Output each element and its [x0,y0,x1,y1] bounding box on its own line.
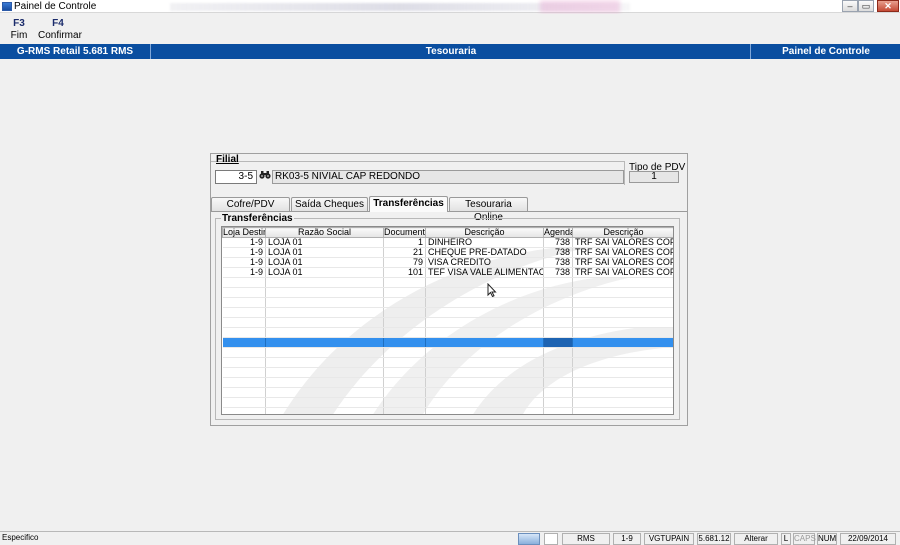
table-row[interactable]: 1-9 LOJA 01 21 CHEQUE PRE-DATADO 738 TRF… [222,247,673,258]
table-row[interactable]: 1-9 LOJA 01 101 TEF VISA VALE ALIMENTACA… [222,267,673,278]
status-version: 5.681.12 [697,533,731,545]
tab-tesouraria-online[interactable]: Tesouraria Online [449,197,528,223]
col-razao-social[interactable]: Razão Social [265,227,384,238]
cell-agenda: 738 [543,257,573,268]
screen-title: Painel de Controle [782,46,870,57]
empty-row[interactable] [222,367,673,378]
cell-descricao: CHEQUE PRE-DATADO [425,247,544,258]
empty-row[interactable] [222,397,673,408]
status-date: 22/09/2014 [840,533,896,545]
cell-descricao-agenda: TRF SAI VALORES COFRE [572,247,673,258]
f3-label: Fim [10,30,28,41]
window-title: Painel de Controle [14,1,97,12]
transferencias-grid[interactable]: Loja Destino Razão Social Documento Desc… [221,226,674,415]
status-action: Alterar [734,533,778,545]
minimize-icon[interactable]: – [842,0,858,12]
restore-icon[interactable]: ▭ [858,0,874,12]
empty-row[interactable] [222,357,673,368]
cell-documento: 1 [383,237,426,248]
blurred-highlight [540,0,620,13]
f4-key: F4 [52,18,64,29]
empty-row[interactable] [222,407,673,414]
function-key-toolbar: F3 Fim F4 Confirmar [0,14,900,44]
tab-saida-cheques[interactable]: Saída Cheques [291,197,368,211]
f4-label: Confirmar [38,30,82,41]
col-loja-destino[interactable]: Loja Destino [222,227,266,238]
cell-razao: LOJA 01 [265,257,384,268]
cell-loja: 1-9 [222,267,266,278]
cell-documento: 101 [383,267,426,278]
empty-row[interactable] [222,327,673,338]
col-documento[interactable]: Documento [383,227,426,238]
status-caps: CAPS [793,533,816,545]
binoculars-search-icon[interactable] [258,170,271,184]
table-row[interactable]: 1-9 LOJA 01 1 DINHEIRO 738 TRF SAI VALOR… [222,237,673,248]
cell-descricao-agenda: TRF SAI VALORES COFRE [572,257,673,268]
cell-razao: LOJA 01 [265,247,384,258]
table-header: Loja Destino Razão Social Documento Desc… [222,227,673,238]
cell-agenda: 738 [543,247,573,258]
cell-agenda: 738 [543,267,573,278]
empty-row[interactable] [222,387,673,398]
status-mode: Especifico [2,533,39,542]
empty-row[interactable] [222,297,673,308]
cell-razao: LOJA 01 [265,237,384,248]
status-bar: Especifico RMS 1-9 VGTUPAIN 5.681.12 Alt… [0,531,900,545]
cell-descricao: TEF VISA VALE ALIMENTACAO [425,267,544,278]
fim-button[interactable]: F3 Fim [8,18,30,42]
filial-name-field: RK03-5 NIVIAL CAP REDONDO [272,170,624,184]
f3-key: F3 [13,18,25,29]
system-version-label: G-RMS Retail 5.681 RMS [0,44,151,59]
col-descricao-agenda[interactable]: Descrição [572,227,673,238]
col-descricao[interactable]: Descrição [425,227,544,238]
status-num: NUM [817,533,837,545]
cell-agenda: 738 [543,237,573,248]
empty-row[interactable] [222,317,673,328]
table-row[interactable]: 1-9 LOJA 01 79 VISA CREDITO 738 TRF SAI … [222,257,673,268]
filial-label: Filial [216,154,239,165]
status-filial: 1-9 [613,533,641,545]
cell-loja: 1-9 [222,247,266,258]
cell-descricao: VISA CREDITO [425,257,544,268]
empty-row[interactable] [222,287,673,298]
tipo-pdv-field: 1 [629,171,679,183]
empty-row[interactable] [222,307,673,318]
window-title-bar: Painel de Controle – ▭ ✕ [0,0,900,13]
selected-empty-row[interactable] [222,337,673,348]
tab-transferencias[interactable]: Transferências [369,196,448,212]
close-icon[interactable]: ✕ [877,0,899,12]
filial-number-field[interactable]: 3-5 [215,170,257,184]
cell-loja: 1-9 [222,237,266,248]
cell-descricao: DINHEIRO [425,237,544,248]
cell-documento: 79 [383,257,426,268]
module-header: G-RMS Retail 5.681 RMS Tesouraria Painel… [0,44,900,59]
empty-row[interactable] [222,347,673,358]
cell-descricao-agenda: TRF SAI VALORES COFRE [572,267,673,278]
transferencias-table: Loja Destino Razão Social Documento Desc… [222,227,673,414]
tab-cofre-pdv[interactable]: Cofre/PDV [211,197,290,211]
col-agenda[interactable]: Agenda [543,227,573,238]
status-l: L [781,533,791,545]
confirmar-button[interactable]: F4 Confirmar [38,18,82,42]
status-system: RMS [562,533,610,545]
status-program: VGTUPAIN [644,533,694,545]
module-title: Tesouraria [152,44,751,59]
cell-documento: 21 [383,247,426,258]
cell-loja: 1-9 [222,257,266,268]
app-icon [2,2,12,11]
mouse-pointer-icon [487,282,497,300]
empty-row[interactable] [222,277,673,288]
empty-row[interactable] [222,377,673,388]
network-icon [518,533,540,545]
transferencias-group-label: Transferências [221,213,294,224]
document-icon [544,533,558,545]
cell-razao: LOJA 01 [265,267,384,278]
cell-descricao-agenda: TRF SAI VALORES COFRE [572,237,673,248]
